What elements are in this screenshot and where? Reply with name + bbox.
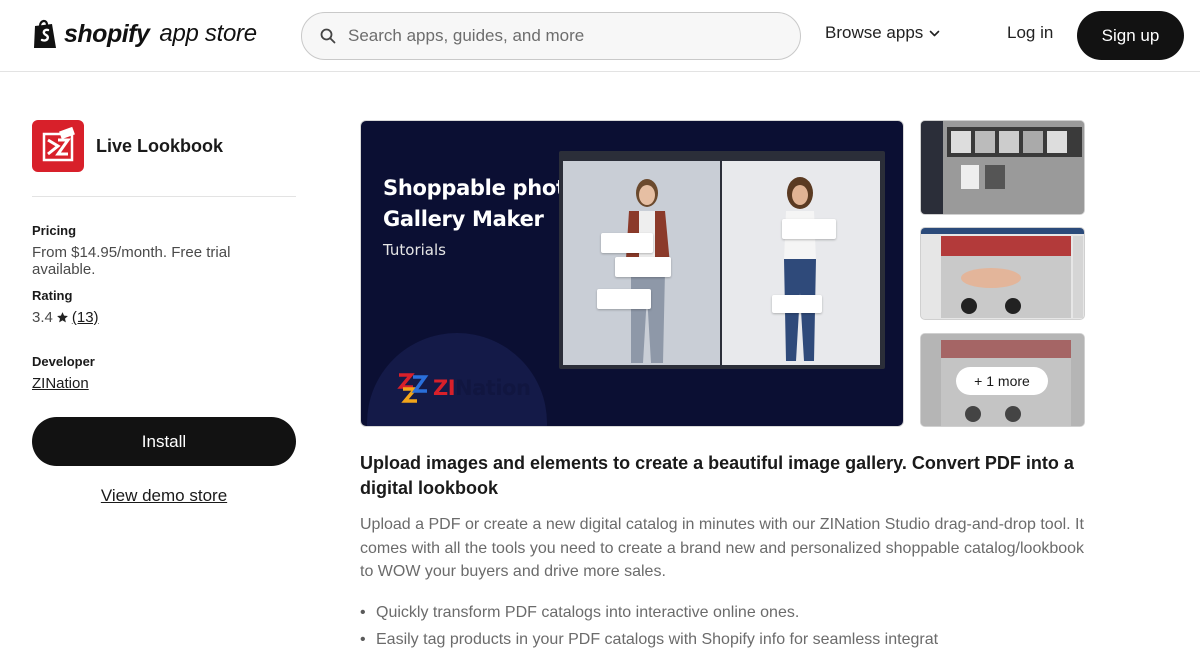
browse-apps-dropdown[interactable]: Browse apps <box>825 23 940 43</box>
rating-value: 3.4 <box>32 309 53 326</box>
model-image-right <box>784 177 816 361</box>
hero-title-line2: Gallery Maker <box>383 207 544 231</box>
divider <box>32 196 296 197</box>
zination-brand: ZINation <box>397 371 531 405</box>
app-logo-icon <box>32 120 84 172</box>
editor-left-page <box>563 161 720 365</box>
feature-item: Easily tag products in your PDF catalogs… <box>360 626 1120 650</box>
product-tag <box>772 295 822 313</box>
rating-label: Rating <box>32 288 73 303</box>
app-header: Live Lookbook <box>32 120 296 172</box>
feature-list: Quickly transform PDF catalogs into inte… <box>360 599 1120 650</box>
more-media-pill[interactable]: + 1 more <box>956 367 1048 395</box>
editor-screenshot <box>559 151 885 369</box>
feature-item: Quickly transform PDF catalogs into inte… <box>360 599 1120 626</box>
rating-count-link[interactable]: (13) <box>72 309 99 326</box>
shopify-app-store-logo[interactable]: shopify app store <box>32 18 257 50</box>
editor-right-page <box>722 161 880 365</box>
screenshot-thumbnail-1[interactable] <box>920 120 1085 215</box>
hero-subtitle: Tutorials <box>383 241 446 259</box>
rating-section: Rating 3.4 (13) <box>32 288 99 326</box>
product-tag <box>615 257 671 277</box>
zination-logo-icon <box>397 373 429 403</box>
app-description: Upload a PDF or create a new digital cat… <box>360 516 1085 580</box>
developer-link[interactable]: ZINation <box>32 375 89 392</box>
product-tag <box>597 289 651 309</box>
app-headline: Upload images and elements to create a b… <box>360 453 1074 498</box>
search-input[interactable] <box>348 26 768 46</box>
shopify-bag-icon <box>34 19 56 48</box>
chevron-down-icon <box>929 30 940 36</box>
developer-section: Developer ZINation <box>32 354 95 392</box>
install-button[interactable]: Install <box>32 417 296 466</box>
pricing-label: Pricing <box>32 223 77 238</box>
thumbnail-image <box>921 121 1084 214</box>
app-details-sidebar: Live Lookbook Pricing From $14.95/month.… <box>32 120 296 505</box>
pricing-section: Pricing From $14.95/month. Free trial av… <box>32 223 296 278</box>
product-tag <box>601 233 653 253</box>
hero-title-line1: Shoppable photo <box>383 176 580 200</box>
logo-brand-text: shopify <box>64 19 150 48</box>
hero-title: Shoppable photo Gallery Maker <box>383 173 580 235</box>
rating-row: 3.4 (13) <box>32 309 99 326</box>
pricing-value: From $14.95/month. Free trial available. <box>32 244 231 278</box>
star-icon <box>56 312 68 323</box>
thumbnail-image <box>921 228 1084 319</box>
login-link[interactable]: Log in <box>1007 23 1053 43</box>
signup-button[interactable]: Sign up <box>1077 11 1184 60</box>
screenshot-thumbnail-2[interactable] <box>920 227 1085 320</box>
zination-brand-text: ZINation <box>433 376 531 400</box>
search-icon <box>320 28 336 44</box>
app-name: Live Lookbook <box>96 135 224 156</box>
search-bar[interactable] <box>301 12 801 60</box>
product-tag <box>782 219 836 239</box>
logo-product-text: app store <box>159 20 257 47</box>
hero-video-thumbnail[interactable]: Shoppable photo Gallery Maker Tutorials … <box>360 120 904 427</box>
top-navigation: shopify app store Browse apps Log in Sig… <box>0 0 1200 72</box>
developer-label: Developer <box>32 354 95 369</box>
screenshot-thumbnail-3[interactable]: + 1 more <box>920 333 1085 427</box>
view-demo-store-link[interactable]: View demo store <box>32 486 296 506</box>
browse-apps-label: Browse apps <box>825 23 924 42</box>
